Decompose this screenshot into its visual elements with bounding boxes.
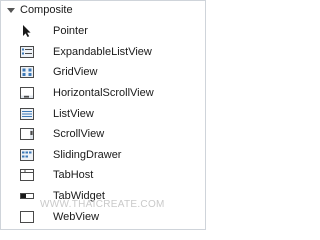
cursor-arrow-icon [23, 25, 31, 38]
grid-icon [20, 66, 34, 79]
vertical-scroll-icon [20, 128, 34, 141]
palette-item-tabwidget[interactable]: TabWidget [1, 186, 205, 207]
palette-item-label: HorizontalScrollView [53, 87, 154, 100]
triangle-down-icon[interactable] [7, 7, 15, 13]
palette-item-label: TabWidget [53, 190, 105, 203]
palette-item-scrollview[interactable]: ScrollView [1, 124, 205, 145]
sliding-drawer-icon [20, 148, 34, 161]
group-title: Composite [20, 4, 73, 16]
palette-item-slidingdrawer[interactable]: SlidingDrawer [1, 145, 205, 166]
composite-group-header[interactable]: Composite [1, 1, 205, 19]
webview-icon [20, 210, 34, 223]
palette-list: Pointer ExpandableListView GridView Hori… [1, 21, 205, 227]
palette-item-label: ScrollView [53, 128, 105, 141]
palette-item-label: WebView [53, 210, 100, 223]
palette-item-webview[interactable]: WebView [1, 206, 205, 227]
palette-item-expandablelistview[interactable]: ExpandableListView [1, 42, 205, 63]
palette-item-pointer[interactable]: Pointer [1, 21, 205, 42]
tabwidget-icon [20, 193, 34, 200]
palette-item-horizontalscrollview[interactable]: HorizontalScrollView [1, 83, 205, 104]
palette-item-label: SlidingDrawer [53, 148, 122, 161]
tabhost-icon [20, 169, 34, 182]
palette-item-label: TabHost [53, 169, 94, 182]
horizontal-scroll-icon [20, 87, 34, 100]
palette-item-label: GridView [53, 66, 98, 79]
palette-item-listview[interactable]: ListView [1, 103, 205, 124]
palette-item-label: ExpandableListView [53, 45, 152, 58]
palette-panel: Composite Pointer ExpandableListView Gri… [0, 0, 206, 230]
palette-item-gridview[interactable]: GridView [1, 62, 205, 83]
expandable-list-icon [20, 45, 34, 58]
palette-item-label: Pointer [53, 25, 88, 38]
palette-item-tabhost[interactable]: TabHost [1, 165, 205, 186]
palette-item-label: ListView [53, 107, 94, 120]
list-icon [20, 107, 34, 120]
